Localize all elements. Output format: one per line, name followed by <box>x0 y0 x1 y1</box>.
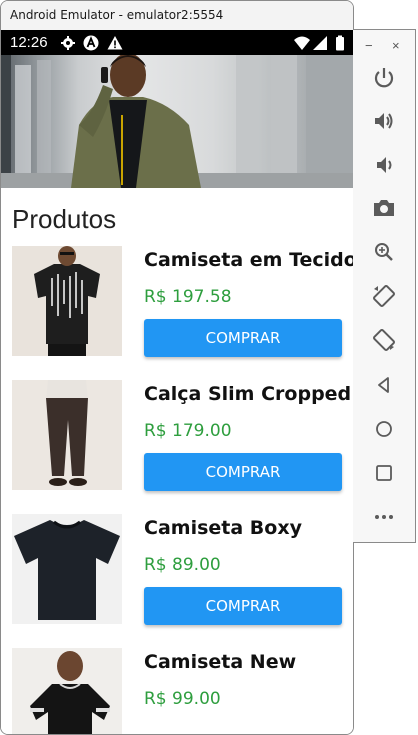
a-logo-icon <box>83 35 99 51</box>
rotate-right-icon[interactable] <box>371 327 397 353</box>
wifi-icon <box>294 36 310 50</box>
product-image[interactable] <box>12 514 122 624</box>
product-name[interactable]: Calça Slim Cropped <box>144 383 351 405</box>
gear-icon <box>61 36 75 50</box>
buy-button[interactable]: COMPRAR <box>144 319 342 357</box>
overview-icon[interactable] <box>371 460 397 486</box>
zoom-icon[interactable] <box>371 239 397 265</box>
close-button[interactable]: × <box>392 38 400 53</box>
page-title: Produtos <box>12 204 117 234</box>
more-icon[interactable] <box>371 504 397 530</box>
product-name[interactable]: Camiseta New <box>144 651 296 673</box>
home-icon[interactable] <box>371 416 397 442</box>
hero-banner-image <box>1 55 353 188</box>
product-image[interactable] <box>12 648 122 734</box>
product-name[interactable]: Camiseta em Tecido <box>144 249 353 271</box>
minimize-button[interactable]: − <box>365 38 373 53</box>
product-price: R$ 89.00 <box>144 555 221 575</box>
product-card: Camiseta Boxy R$ 89.00 COMPRAR <box>12 514 342 626</box>
product-price: R$ 179.00 <box>144 421 232 441</box>
volume-down-icon[interactable] <box>371 152 397 178</box>
device-screen[interactable]: 12:26 Produtos Camiseta em Tecido R$ 197… <box>1 30 353 734</box>
status-bar: 12:26 <box>1 30 353 55</box>
window-titlebar[interactable]: Android Emulator - emulator2:5554 <box>1 1 353 31</box>
battery-icon <box>336 35 344 51</box>
signal-icon <box>313 36 327 50</box>
camera-icon[interactable] <box>371 195 397 221</box>
status-time: 12:26 <box>10 34 48 51</box>
rotate-left-icon[interactable] <box>371 283 397 309</box>
product-card: Camiseta New R$ 99.00 <box>12 648 342 734</box>
product-image[interactable] <box>12 380 122 490</box>
product-price: R$ 99.00 <box>144 689 221 709</box>
product-card: Calça Slim Cropped R$ 179.00 COMPRAR <box>12 380 351 492</box>
back-icon[interactable] <box>371 372 397 398</box>
product-price: R$ 197.58 <box>144 287 232 307</box>
power-icon[interactable] <box>371 65 397 91</box>
buy-button[interactable]: COMPRAR <box>144 587 342 625</box>
product-image[interactable] <box>12 246 122 356</box>
product-name[interactable]: Camiseta Boxy <box>144 517 302 539</box>
emulator-window: Android Emulator - emulator2:5554 12:26 <box>0 0 354 735</box>
buy-button[interactable]: COMPRAR <box>144 453 342 491</box>
volume-up-icon[interactable] <box>371 108 397 134</box>
window-title: Android Emulator - emulator2:5554 <box>10 8 224 22</box>
product-card: Camiseta em Tecido R$ 197.58 COMPRAR <box>12 246 353 358</box>
emulator-side-toolbar: − × <box>353 29 416 543</box>
alert-icon <box>107 36 123 50</box>
